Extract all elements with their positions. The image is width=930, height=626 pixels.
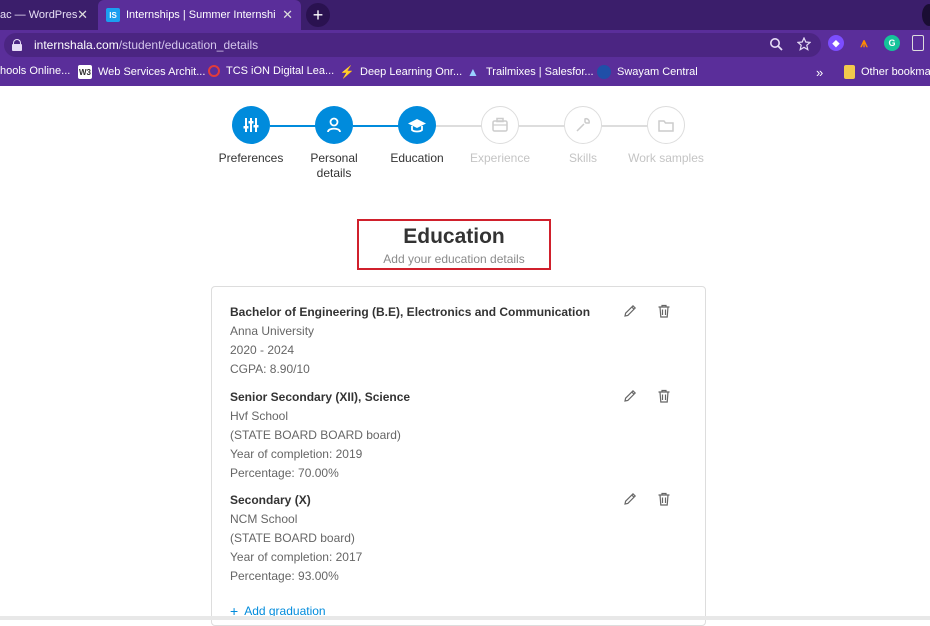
bookmark-item[interactable]: TCS iON Digital Lea... bbox=[208, 65, 334, 77]
url-path: /student/education_details bbox=[118, 38, 259, 52]
delete-trash-icon[interactable] bbox=[656, 303, 672, 319]
lock-icon[interactable] bbox=[12, 39, 22, 51]
bookmarks-more-button[interactable]: » bbox=[816, 65, 823, 80]
edit-pencil-icon[interactable] bbox=[622, 491, 638, 507]
page-heading-highlight: Education Add your education details bbox=[357, 219, 551, 270]
internshala-favicon-icon: IS bbox=[106, 8, 120, 22]
url-text[interactable]: internshala.com/student/education_detail… bbox=[34, 38, 258, 52]
wrench-icon bbox=[564, 106, 602, 144]
education-entry: Senior Secondary (XII), Science Hvf Scho… bbox=[230, 388, 690, 483]
zoom-icon[interactable] bbox=[769, 37, 783, 51]
browser-toolbar: internshala.com/student/education_detail… bbox=[0, 30, 930, 60]
bookmarks-bar: hools Online... W3 Web Services Archit..… bbox=[0, 60, 930, 86]
step-work-samples[interactable]: Work samples bbox=[616, 106, 716, 166]
bookmark-label: Trailmixes | Salesfor... bbox=[486, 66, 594, 78]
degree-title: Secondary (X) bbox=[230, 493, 311, 507]
score: CGPA: 8.90/10 bbox=[230, 362, 310, 376]
bookmark-item[interactable]: W3 Web Services Archit... bbox=[78, 65, 205, 79]
bookmark-label: Web Services Archit... bbox=[98, 66, 206, 78]
step-label: Work samples bbox=[628, 151, 704, 165]
completion-year: Year of completion: 2019 bbox=[230, 447, 363, 461]
bookmark-label: TCS iON Digital Lea... bbox=[226, 65, 335, 77]
duration: 2020 - 2024 bbox=[230, 343, 295, 357]
degree-title: Senior Secondary (XII), Science bbox=[230, 390, 411, 404]
extension-icon[interactable] bbox=[912, 35, 924, 51]
person-icon bbox=[315, 106, 353, 144]
education-card: Bachelor of Engineering (B.E), Electroni… bbox=[211, 286, 706, 626]
profile-avatar[interactable] bbox=[922, 4, 930, 26]
url-host: internshala.com bbox=[34, 38, 119, 52]
page-title: Education bbox=[403, 225, 505, 248]
institution: NCM School bbox=[230, 512, 298, 526]
bookmark-label: Deep Learning Onr... bbox=[360, 66, 463, 78]
bookmark-item[interactable]: ⚡ Deep Learning Onr... bbox=[339, 65, 463, 79]
education-entry: Bachelor of Engineering (B.E), Electroni… bbox=[230, 303, 690, 379]
degree-title: Bachelor of Engineering (B.E), Electroni… bbox=[230, 305, 591, 319]
bookmark-label: Swayam Central bbox=[617, 66, 698, 78]
bookmark-item[interactable]: hools Online... bbox=[0, 65, 70, 77]
score: Percentage: 93.00% bbox=[230, 569, 339, 583]
completion-year: Year of completion: 2017 bbox=[230, 550, 363, 564]
extension-icon[interactable]: ◆ bbox=[828, 35, 844, 51]
bookmark-label: Other bookmarks bbox=[861, 66, 930, 78]
education-entry: Secondary (X) NCM School (STATE BOARD bo… bbox=[230, 491, 690, 586]
tcs-icon bbox=[208, 65, 220, 77]
profile-stepper: Preferences Personal details Education E… bbox=[0, 100, 930, 190]
graduation-cap-icon bbox=[398, 106, 436, 144]
bottom-edge bbox=[0, 616, 930, 620]
extensions-area: ◆ ⩚ G bbox=[828, 35, 924, 51]
institution: Hvf School bbox=[230, 409, 289, 423]
step-label: Personal details bbox=[310, 151, 358, 180]
tab-wordpress[interactable]: ac — WordPress ✕ bbox=[0, 0, 96, 30]
close-icon[interactable]: ✕ bbox=[282, 7, 293, 23]
delete-trash-icon[interactable] bbox=[656, 491, 672, 507]
other-bookmarks[interactable]: Other bookmarks bbox=[844, 65, 930, 79]
bookmark-item[interactable]: Swayam Central bbox=[597, 65, 698, 79]
edit-pencil-icon[interactable] bbox=[622, 303, 638, 319]
board: (STATE BOARD board) bbox=[230, 531, 355, 545]
folder-icon bbox=[844, 65, 855, 79]
institution: Anna University bbox=[230, 324, 315, 338]
w3-icon: W3 bbox=[78, 65, 92, 79]
grammarly-icon[interactable]: G bbox=[884, 35, 900, 51]
sliders-icon bbox=[232, 106, 270, 144]
briefcase-icon bbox=[481, 106, 519, 144]
bookmark-label: hools Online... bbox=[0, 65, 71, 77]
bookmark-star-icon[interactable] bbox=[797, 37, 811, 51]
browser-tab-bar: ac — WordPress ✕ IS Internships | Summer… bbox=[0, 0, 930, 30]
trailhead-icon: ▲ bbox=[467, 65, 479, 79]
address-bar[interactable]: internshala.com/student/education_detail… bbox=[4, 33, 821, 57]
board: (STATE BOARD BOARD board) bbox=[230, 428, 401, 442]
folder-icon bbox=[647, 106, 685, 144]
tab-title: ac — WordPress bbox=[0, 9, 78, 21]
edit-pencil-icon[interactable] bbox=[622, 388, 638, 404]
bookmark-item[interactable]: ▲ Trailmixes | Salesfor... bbox=[466, 65, 594, 79]
tab-internshala[interactable]: IS Internships | Summer Internship ✕ bbox=[98, 0, 301, 30]
close-icon[interactable]: ✕ bbox=[77, 7, 88, 23]
swayam-icon bbox=[597, 65, 611, 79]
extension-icon[interactable]: ⩚ bbox=[856, 35, 872, 51]
page-subtitle: Add your education details bbox=[383, 252, 525, 266]
deep-learning-icon: ⚡ bbox=[339, 65, 355, 79]
score: Percentage: 70.00% bbox=[230, 466, 339, 480]
new-tab-button[interactable]: + bbox=[306, 3, 330, 27]
delete-trash-icon[interactable] bbox=[656, 388, 672, 404]
tab-title: Internships | Summer Internship bbox=[126, 9, 276, 21]
